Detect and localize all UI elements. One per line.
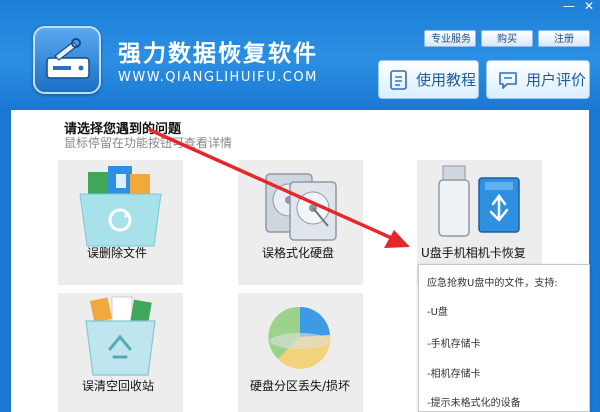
hard-drive-tool-icon bbox=[46, 38, 90, 79]
hard-drive-icon bbox=[265, 173, 337, 241]
app-title: 强力数据恢复软件 bbox=[118, 41, 318, 67]
document-icon bbox=[390, 69, 407, 90]
tooltip-heading: 应急抢救U盘中的文件，支持: bbox=[427, 278, 558, 289]
tutorial-label: 使用教程 bbox=[416, 71, 477, 89]
tooltip-item: -相机存储卡 bbox=[427, 369, 481, 380]
window-controls: — ✕ bbox=[562, 0, 596, 12]
pie-chart-icon bbox=[268, 306, 331, 369]
recycle-bin-icon bbox=[85, 296, 156, 376]
tooltip-item: -U盘 bbox=[427, 307, 448, 318]
minimize-icon[interactable]: — bbox=[562, 0, 576, 12]
feature-formatted-disk-label: 误格式化硬盘 bbox=[262, 246, 335, 260]
buy-button[interactable]: 购买 bbox=[481, 30, 533, 47]
feature-usb-card-recovery-label: U盘手机相机卡恢复 bbox=[421, 246, 526, 260]
feature-emptied-recycle-bin[interactable] bbox=[58, 293, 183, 412]
register-button[interactable]: 注册 bbox=[538, 30, 590, 47]
feature-deleted-files-label: 误删除文件 bbox=[87, 246, 148, 260]
feature-deleted-files[interactable] bbox=[58, 160, 183, 285]
feature-tooltip: 应急抢救U盘中的文件，支持: -U盘 -手机存储卡 -相机存储卡 -提示未格式化… bbox=[418, 264, 590, 412]
top-links: 专业服务 购买 注册 bbox=[424, 30, 590, 47]
app-window: — ✕ 强力数据恢复软件 WWW.QIANGLIHUIFU.COM 专业服务 购… bbox=[0, 0, 600, 412]
feature-emptied-recycle-bin-label: 误清空回收站 bbox=[82, 379, 155, 393]
chat-icon bbox=[499, 71, 517, 89]
user-review-button[interactable]: 用户评价 bbox=[486, 60, 590, 99]
app-website: WWW.QIANGLIHUIFU.COM bbox=[118, 70, 318, 85]
usb-sd-card-icon bbox=[438, 165, 520, 237]
user-review-label: 用户评价 bbox=[526, 71, 587, 89]
tutorial-button[interactable]: 使用教程 bbox=[378, 60, 479, 99]
pro-service-button[interactable]: 专业服务 bbox=[424, 30, 476, 47]
tooltip-item: -手机存储卡 bbox=[427, 339, 481, 350]
folder-recycle-icon bbox=[79, 166, 162, 247]
feature-partition-lost[interactable] bbox=[238, 293, 363, 412]
prompt-subtitle: 鼠标停留在功能按钮可查看详情 bbox=[64, 136, 233, 150]
close-icon[interactable]: ✕ bbox=[582, 0, 596, 12]
app-logo bbox=[33, 26, 101, 94]
feature-formatted-disk[interactable] bbox=[238, 160, 363, 285]
feature-partition-lost-label: 硬盘分区丢失/损坏 bbox=[250, 379, 351, 393]
tooltip-item: -提示未格式化的设备 bbox=[427, 398, 521, 409]
